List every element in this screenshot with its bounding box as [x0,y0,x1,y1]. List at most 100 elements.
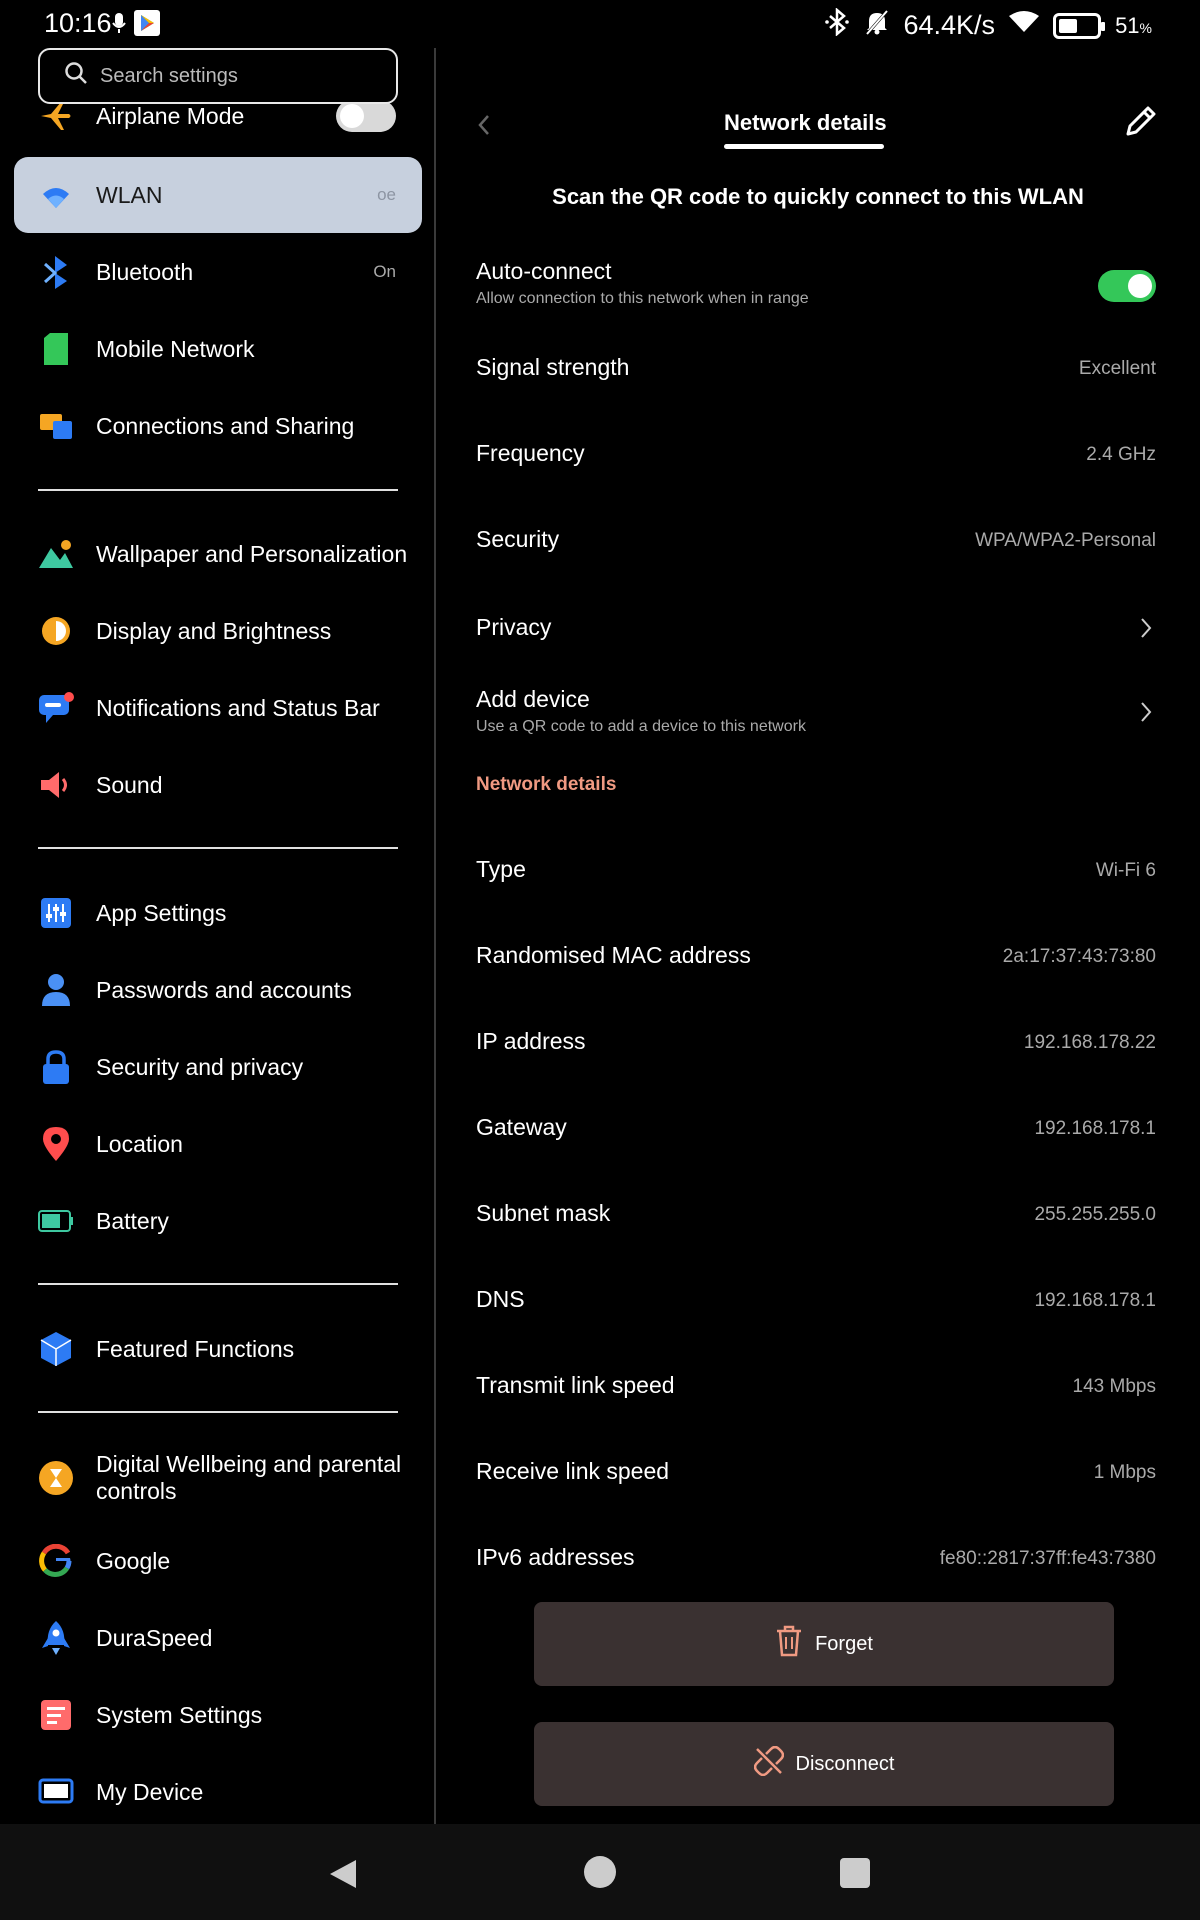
sidebar-item-google[interactable]: Google [14,1523,422,1599]
wifi-status-icon [1009,10,1040,41]
type-value: Wi-Fi 6 [1095,860,1156,881]
ip-address-label: IP address [476,1028,586,1054]
sidebar-item-label: Security and privacy [96,1053,304,1080]
sidebar-item-label: Passwords and accounts [96,976,352,1003]
sidebar-item-battery[interactable]: Battery [14,1183,422,1259]
sidebar-item-label: Airplane Mode [96,102,245,129]
auto-connect-row[interactable]: Auto-connect Allow connection to this ne… [476,250,1156,322]
mac-address-value: 2a:17:37:43:73:80 [1002,946,1156,967]
cube-icon [38,1331,74,1367]
trash-icon [775,1625,803,1663]
section-divider [38,489,398,491]
chevron-right-icon [1136,698,1156,726]
section-divider [38,847,398,849]
add-device-row[interactable]: Add device Use a QR code to add a device… [476,674,1156,754]
signal-strength-row: Signal strength Excellent [476,336,1156,396]
receive-speed-label: Receive link speed [476,1458,670,1484]
sidebar-item-security-privacy[interactable]: Security and privacy [14,1029,422,1105]
sidebar-item-my-device[interactable]: My Device [14,1754,422,1824]
sidebar-item-sound[interactable]: Sound [14,747,422,823]
mute-icon [864,8,890,43]
app-settings-icon [38,895,74,931]
sidebar-item-connections[interactable]: Connections and Sharing [14,388,422,464]
privacy-row[interactable]: Privacy [476,596,1156,656]
ipv6-value: fe80::2817:37ff:fe43:7380 [939,1548,1156,1569]
signal-strength-value: Excellent [1078,358,1156,379]
qr-code-hint: Scan the QR code to quickly connect to t… [552,184,1084,209]
bluetooth-status-icon [824,7,850,43]
gateway-label: Gateway [476,1114,567,1140]
sidebar-item-display[interactable]: Display and Brightness [14,593,422,669]
nav-recents-icon[interactable] [840,1858,870,1888]
sidebar-item-duraspeed[interactable]: DuraSpeed [14,1600,422,1676]
sidebar-item-bluetooth[interactable]: Bluetooth On [14,234,422,310]
privacy-label: Privacy [476,614,552,640]
sidebar-item-value: On [373,262,396,281]
battery-status-icon [1053,12,1106,39]
system-settings-icon [38,1697,74,1733]
search-placeholder: Search settings [100,64,238,87]
security-value: WPA/WPA2-Personal [975,530,1156,551]
sidebar-item-app-settings[interactable]: App Settings [14,875,422,951]
transmit-speed-label: Transmit link speed [476,1372,675,1398]
system-navigation-bar [0,1824,1200,1920]
sidebar-item-label: System Settings [96,1701,263,1728]
search-icon [64,61,88,91]
nav-back-icon[interactable] [328,1858,358,1895]
battery-percentage: 51 [1115,12,1140,38]
sidebar-item-notifications[interactable]: Notifications and Status Bar [14,670,422,746]
sidebar-item-digital-wellbeing[interactable]: Digital Wellbeing and parental controls [14,1436,422,1520]
subnet-mask-label: Subnet mask [476,1200,611,1226]
type-row: Type Wi-Fi 6 [476,838,1156,898]
bluetooth-icon [38,254,74,290]
type-label: Type [476,856,526,882]
gateway-row: Gateway 192.168.178.1 [476,1096,1156,1156]
nav-home-icon[interactable] [584,1856,616,1888]
mac-address-row: Randomised MAC address 2a:17:37:43:73:80 [476,924,1156,984]
settings-sidebar[interactable]: Search settings Airplane Mode WLAN oe Bl… [0,46,434,1824]
sidebar-item-wallpaper[interactable]: Wallpaper and Personalization [14,516,422,592]
sidebar-item-passwords-accounts[interactable]: Passwords and accounts [14,952,422,1028]
back-arrow-icon[interactable] [470,110,500,140]
sidebar-item-label: Connections and Sharing [96,412,355,439]
sidebar-item-mobile-network[interactable]: Mobile Network [14,311,422,387]
search-input[interactable]: Search settings [38,48,398,104]
airplane-mode-toggle[interactable] [336,100,396,132]
transmit-speed-row: Transmit link speed 143 Mbps [476,1354,1156,1414]
disconnect-button[interactable]: Disconnect [534,1722,1114,1806]
sidebar-item-location[interactable]: Location [14,1106,422,1182]
microphone-icon [112,11,126,40]
add-device-description: Use a QR code to add a device to this ne… [476,718,806,735]
network-details-section-title: Network details [476,774,617,795]
forget-button[interactable]: Forget [534,1602,1114,1686]
rocket-icon [38,1620,74,1656]
sidebar-item-label: Battery [96,1207,169,1234]
sidebar-item-label: Location [96,1130,183,1157]
sidebar-item-label: Bluetooth [96,258,194,285]
sidebar-item-label: Google [96,1547,171,1574]
sidebar-item-label: Sound [96,771,163,798]
receive-speed-row: Receive link speed 1 Mbps [476,1440,1156,1500]
sidebar-item-featured-functions[interactable]: Featured Functions [14,1311,422,1387]
sidebar-item-label: Featured Functions [96,1335,295,1362]
wifi-icon [38,177,74,213]
status-time: 10:16 [44,8,112,38]
google-icon [38,1543,74,1579]
edit-pencil-icon[interactable] [1122,104,1158,140]
brightness-icon [38,613,74,649]
add-device-label: Add device [476,686,590,712]
detail-header: Network details [436,100,1200,160]
sidebar-item-label: Notifications and Status Bar [96,694,380,721]
ipv6-row: IPv6 addresses fe80::2817:37ff:fe43:7380 [476,1526,1156,1586]
sidebar-item-label: WLAN [96,181,163,208]
auto-connect-toggle[interactable] [1098,270,1156,302]
sidebar-item-system-settings[interactable]: System Settings [14,1677,422,1753]
sidebar-item-label: DuraSpeed [96,1624,213,1651]
sidebar-item-label: App Settings [96,899,227,926]
sidebar-item-wlan[interactable]: WLAN oe [14,157,422,233]
disconnect-label: Disconnect [795,1752,895,1775]
forget-label: Forget [815,1632,873,1655]
security-row: Security WPA/WPA2-Personal [476,508,1156,568]
sidebar-item-label: My Device [96,1778,204,1805]
dns-label: DNS [476,1286,525,1312]
